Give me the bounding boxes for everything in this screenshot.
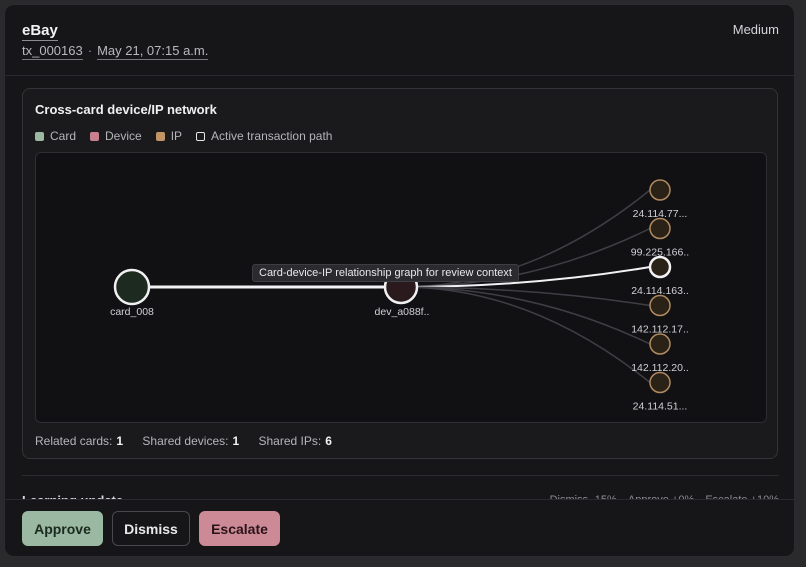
graph-tooltip: Card-device-IP relationship graph for re… (252, 264, 519, 282)
node-ip[interactable] (649, 333, 671, 355)
relationship-graph[interactable]: card_008 dev_a088f.. 24.114.77... 99.225.… (35, 152, 767, 423)
stat-shared-devices-label: Shared devices: (142, 434, 229, 448)
legend-label-device: Device (105, 129, 142, 143)
node-ip[interactable] (649, 179, 671, 201)
node-ip[interactable] (649, 371, 671, 394)
legend-item-active-path: Active transaction path (196, 129, 332, 143)
legend-item-ip: IP (155, 129, 183, 143)
transaction-timestamp-link[interactable]: May 21, 07:15 a.m. (97, 43, 209, 60)
action-bar: Approve Dismiss Escalate (5, 499, 794, 556)
stat-shared-ips-label: Shared IPs: (258, 434, 322, 448)
legend-label-card: Card (50, 129, 77, 143)
approve-button[interactable]: Approve (22, 511, 103, 546)
legend-swatch-active-path (196, 131, 206, 141)
node-ip[interactable] (649, 217, 671, 240)
legend-item-card: Card (35, 129, 76, 143)
transaction-meta: tx_000163 · May 21, 07:15 a.m. (22, 43, 209, 60)
node-device-label: dev_a088f.. (375, 306, 430, 318)
edge-device-ip (400, 286, 651, 345)
network-stats: Related cards: 1 Shared devices: 1 Shared … (35, 434, 348, 448)
network-card-title: Cross-card device/IP network (35, 102, 217, 117)
stat-related-cards-value: 1 (116, 434, 124, 448)
dismiss-button[interactable]: Dismiss (112, 511, 190, 546)
legend-swatch-device (90, 131, 100, 141)
node-ip[interactable] (648, 255, 672, 279)
legend-swatch-ip (155, 131, 165, 141)
graph-legend: Card Device IP Active transaction path (35, 129, 346, 143)
graph-canvas: card_008 dev_a088f.. 24.114.77...99.225.… (110, 179, 689, 413)
node-card[interactable] (113, 268, 151, 306)
meta-separator: · (87, 43, 93, 58)
node-ip[interactable] (649, 294, 671, 317)
graph-nodes: card_008 dev_a088f.. 24.114.77...99.225.… (110, 179, 689, 413)
stat-related-cards-label: Related cards: (35, 434, 113, 448)
legend-item-device: Device (90, 129, 142, 143)
legend-swatch-card (35, 131, 44, 141)
section-divider (22, 475, 779, 476)
header-divider (5, 75, 794, 76)
escalate-button[interactable]: Escalate (199, 511, 280, 546)
stat-shared-devices-value: 1 (232, 434, 240, 448)
legend-label-ip: IP (170, 129, 183, 143)
review-panel: eBay tx_000163 · May 21, 07:15 a.m. Medium… (4, 4, 795, 557)
legend-label-active-path: Active transaction path (211, 129, 333, 143)
stat-shared-ips-value: 6 (325, 434, 332, 448)
edge-device-ip (400, 286, 651, 307)
risk-level: Medium (732, 22, 779, 37)
node-ip-label: 24.114.51... (633, 401, 688, 413)
network-card: Cross-card device/IP network Card Device… (22, 88, 778, 459)
merchant-name[interactable]: eBay (22, 22, 58, 41)
transaction-id-link[interactable]: tx_000163 (22, 43, 83, 60)
node-card-label: card_008 (110, 306, 154, 318)
